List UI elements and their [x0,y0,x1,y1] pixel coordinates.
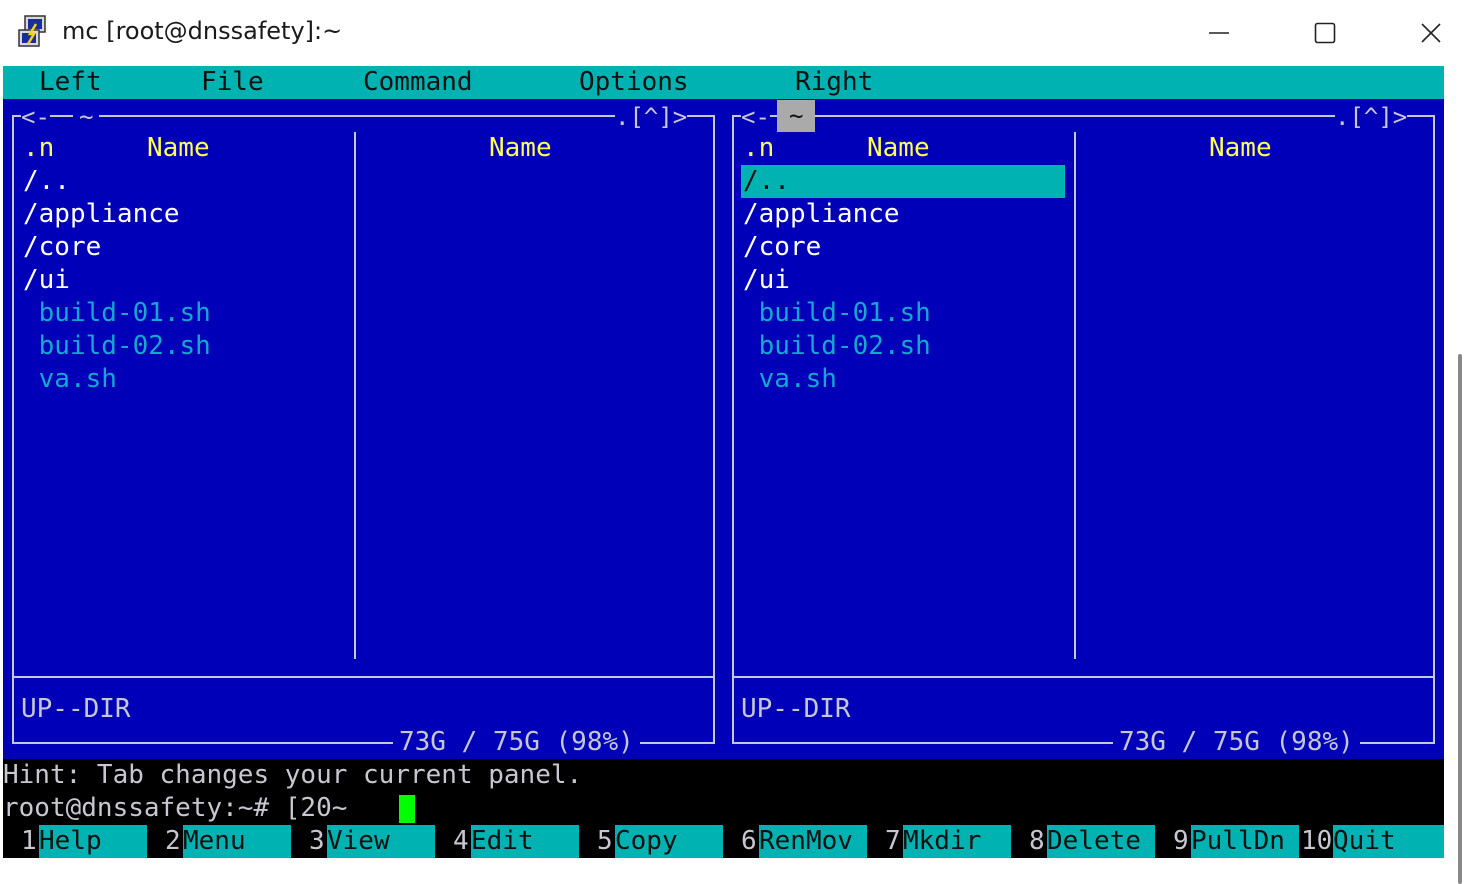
right-panel-entry-ui[interactable]: /ui [743,264,790,297]
left-panel-path[interactable]: ~ [73,102,100,132]
fkey-label: View [327,825,435,858]
right-panel-entry-core[interactable]: /core [743,231,821,264]
close-icon [1421,23,1441,43]
right-panel-entry-va[interactable]: va.sh [743,363,837,396]
right-panel-entry-build-01[interactable]: build-01.sh [743,297,931,330]
menu-options[interactable]: Options [579,66,689,99]
fkey-number: 6 [741,826,757,856]
right-panel-entry-build-02[interactable]: build-02.sh [743,330,931,363]
fkey-copy[interactable]: 5 Copy [579,825,723,858]
fkey-pulldn[interactable]: 9 PullDn [1155,825,1299,858]
menu-file[interactable]: File [201,66,264,99]
left-panel-sort-indicator[interactable]: .n [23,132,54,165]
left-panel-entry-appliance[interactable]: /appliance [23,198,180,231]
fkey-number: 3 [309,826,325,856]
function-key-bar: 1 Help 2 Menu 3 View 4 Edit 5 Copy 6 Ren… [3,825,1444,858]
window-titlebar: mc [root@dnssafety]:~ [0,0,1484,66]
fkey-quit[interactable]: 10 Quit [1299,825,1444,858]
left-panel-entry-build-01[interactable]: build-01.sh [23,297,211,330]
left-panel-nav-back[interactable]: <- [21,102,50,132]
window-scrollbar[interactable] [1444,66,1484,884]
right-panel-path[interactable]: ~ [777,100,816,132]
left-panel-disk-usage: 73G / 75G (98%) [393,726,640,759]
fkey-label: Menu [183,825,291,858]
fkey-renmov[interactable]: 6 RenMov [723,825,867,858]
fkey-label: Mkdir [903,825,1011,858]
right-panel-column-separator [1074,132,1076,659]
left-panel-entry-core[interactable]: /core [23,231,101,264]
minimize-icon [1209,32,1229,34]
fkey-menu[interactable]: 2 Menu [147,825,291,858]
fkey-number: 2 [165,826,181,856]
fkey-number: 4 [453,826,469,856]
right-panel-history[interactable]: .[^]> [1335,102,1408,132]
left-panel-column-separator [354,132,356,659]
right-panel-status-separator [732,676,1435,678]
left-panel-status-separator [12,676,715,678]
fkey-number: 7 [885,826,901,856]
left-panel-status: UP--DIR [21,694,131,724]
left-panel-name-header[interactable]: Name [147,132,210,165]
right-panel-sort-indicator[interactable]: .n [743,132,774,165]
putty-icon[interactable] [16,14,50,50]
text-cursor [399,795,415,823]
left-panel-entry-va[interactable]: va.sh [23,363,117,396]
fkey-label: RenMov [759,825,867,858]
fkey-view[interactable]: 3 View [291,825,435,858]
window-title: mc [root@dnssafety]:~ [62,17,343,45]
left-panel-history[interactable]: .[^]> [615,102,688,132]
right-panel-entry-appliance[interactable]: /appliance [743,198,900,231]
menu-bar: Left File Command Options Right [3,66,1444,99]
command-area[interactable]: Hint: Tab changes your current panel. ro… [3,759,1444,825]
fkey-number: 10 [1301,826,1333,856]
fkey-number: 8 [1029,826,1045,856]
fkey-number: 1 [21,826,37,856]
minimize-button[interactable] [1166,0,1272,66]
hint-line: Hint: Tab changes your current panel. [3,760,583,790]
menu-left[interactable]: Left [39,66,102,99]
fkey-label: Edit [471,825,579,858]
fkey-label: Quit [1333,825,1444,858]
terminal[interactable]: Left File Command Options Right <- ~ .[^… [3,66,1444,858]
left-panel-entry-ui[interactable]: /ui [23,264,70,297]
command-prompt[interactable]: root@dnssafety:~# [20~ [3,792,347,825]
left-panel-name-header-2[interactable]: Name [489,132,552,165]
menu-command[interactable]: Command [363,66,473,99]
fkey-delete[interactable]: 8 Delete [1011,825,1155,858]
maximize-icon [1314,22,1336,44]
right-panel-name-header-2[interactable]: Name [1209,132,1272,165]
right-panel-status: UP--DIR [741,694,851,724]
fkey-label: Copy [615,825,723,858]
fkey-label: Delete [1047,825,1155,858]
fkey-help[interactable]: 1 Help [3,825,147,858]
maximize-button[interactable] [1272,0,1378,66]
right-panel-name-header[interactable]: Name [867,132,930,165]
left-panel-entry-updir[interactable]: /.. [23,165,70,198]
fkey-number: 9 [1173,826,1189,856]
fkey-mkdir[interactable]: 7 Mkdir [867,825,1011,858]
fkey-edit[interactable]: 4 Edit [435,825,579,858]
close-button[interactable] [1378,0,1484,66]
right-panel-nav-back[interactable]: <- [741,102,770,132]
left-panel-entry-build-02[interactable]: build-02.sh [23,330,211,363]
menu-right[interactable]: Right [795,66,873,99]
right-panel-disk-usage: 73G / 75G (98%) [1113,726,1360,759]
scrollbar-thumb[interactable] [1458,354,1462,884]
fkey-number: 5 [597,826,613,856]
fkey-label: Help [39,825,147,858]
fkey-label: PullDn [1191,825,1299,858]
right-panel-entry-updir[interactable]: /.. [743,165,790,198]
